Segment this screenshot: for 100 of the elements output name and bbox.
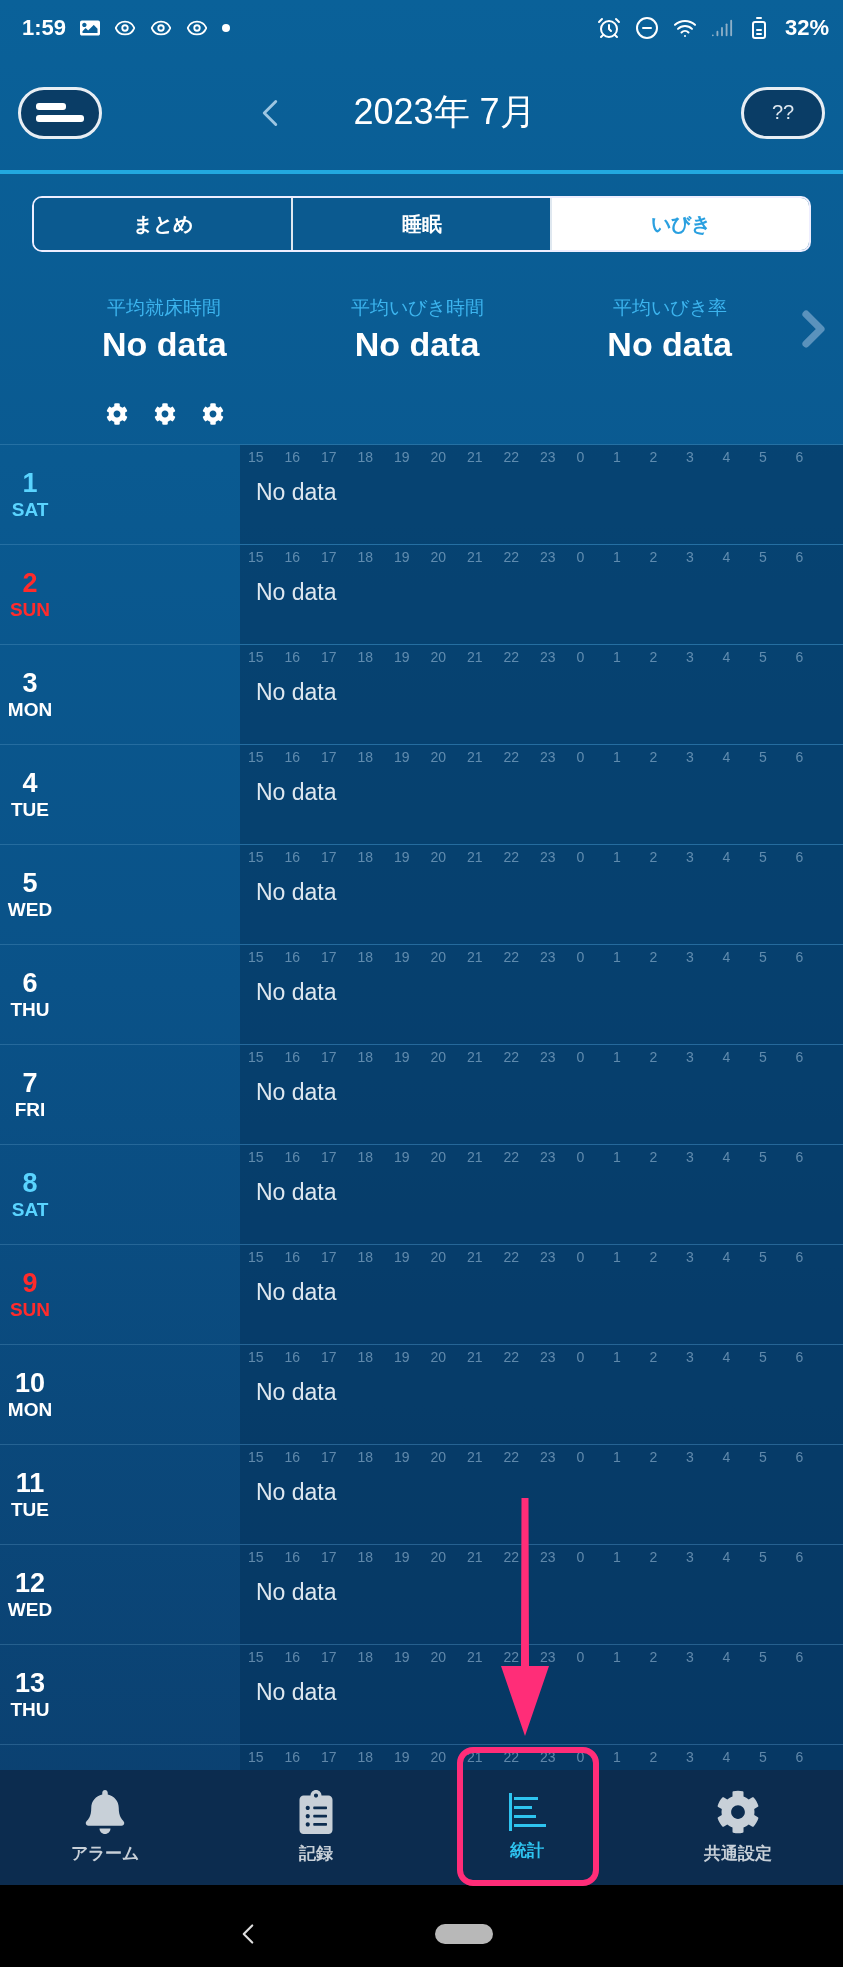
do-not-disturb-icon — [634, 15, 659, 40]
hour-label: 18 — [357, 1249, 375, 1265]
hour-label: 5 — [759, 1749, 768, 1765]
hour-label: 20 — [430, 849, 448, 865]
hour-label: 16 — [284, 1349, 302, 1365]
hour-label: 6 — [795, 649, 805, 665]
hour-label: 21 — [467, 1649, 484, 1665]
hour-label: 18 — [357, 849, 375, 865]
no-data-text: No data — [256, 579, 338, 606]
hour-label: 19 — [394, 1749, 411, 1765]
hour-label: 5 — [759, 1149, 768, 1165]
menu-button[interactable] — [18, 86, 102, 139]
hour-label: 16 — [284, 1449, 302, 1465]
hour-label: 22 — [503, 449, 521, 465]
hour-label: 16 — [284, 649, 302, 665]
hour-label: 3 — [686, 549, 695, 565]
tab[interactable]: まとめ — [34, 198, 293, 250]
hour-label: 0 — [576, 1449, 586, 1465]
tab[interactable]: 睡眠 — [293, 198, 552, 250]
hour-label: 18 — [357, 1449, 375, 1465]
weekday: MON — [7, 1399, 53, 1421]
hour-label: 3 — [686, 1049, 695, 1065]
hour-label: 19 — [394, 1449, 411, 1465]
hour-label: 6 — [795, 1649, 805, 1665]
weekday: SUN — [9, 599, 51, 621]
stat-value: No data — [102, 324, 227, 364]
weekday: TUE — [11, 1499, 49, 1521]
hour-label: 16 — [284, 1249, 302, 1265]
hour-label: 19 — [394, 1349, 411, 1365]
hour-label: 6 — [795, 749, 805, 765]
day-number: 6 — [22, 968, 38, 999]
hour-label: 1 — [613, 549, 622, 565]
hour-label: 2 — [649, 949, 659, 965]
hour-label: 0 — [576, 1049, 586, 1065]
nav-tab[interactable]: アラーム — [0, 1770, 211, 1885]
nav-tab[interactable]: 統計 — [421, 1770, 633, 1885]
chart-lines-icon — [506, 1793, 547, 1831]
no-data-text: No data — [256, 979, 338, 1006]
hour-label: 22 — [503, 1049, 521, 1065]
hour-label: 1 — [613, 1549, 622, 1565]
hour-label: 17 — [321, 1049, 338, 1065]
no-data-text: No data — [256, 1379, 338, 1406]
no-data-text: No data — [256, 1179, 338, 1206]
hour-label: 5 — [759, 749, 768, 765]
hour-label: 3 — [686, 649, 695, 665]
hour-label: 18 — [357, 749, 375, 765]
no-data-text: No data — [256, 1579, 338, 1606]
hour-label: 0 — [576, 1549, 586, 1565]
no-data-text: No data — [256, 1079, 338, 1106]
no-data-text: No data — [256, 1479, 338, 1506]
weekday: MON — [7, 699, 53, 721]
hour-label: 2 — [649, 1449, 659, 1465]
hour-label: 20 — [430, 649, 448, 665]
hour-label: 1 — [613, 849, 622, 865]
hour-label: 0 — [576, 1249, 586, 1265]
hour-label: 21 — [467, 449, 484, 465]
hour-label: 1 — [613, 1349, 622, 1365]
hour-label: 0 — [576, 649, 586, 665]
hour-label: 19 — [394, 1549, 411, 1565]
hour-label: 15 — [248, 1649, 265, 1665]
hour-label: 4 — [722, 1549, 732, 1565]
hour-label: 19 — [394, 1149, 411, 1165]
home-button[interactable] — [434, 1923, 493, 1944]
nav-tab[interactable]: 記録 — [210, 1770, 422, 1885]
hour-label: 5 — [759, 949, 768, 965]
hour-label: 21 — [467, 1449, 484, 1465]
stat-value: No data — [607, 324, 732, 364]
hour-label: 5 — [759, 1549, 768, 1565]
hour-label: 15 — [248, 849, 265, 865]
hour-label: 3 — [686, 1249, 695, 1265]
weekday: WED — [7, 899, 53, 921]
weekday: FRI — [14, 1099, 46, 1121]
hour-label: 5 — [759, 549, 768, 565]
hour-label: 4 — [722, 849, 732, 865]
hour-label: 21 — [467, 1149, 484, 1165]
hour-label: 0 — [576, 549, 586, 565]
hour-label: 20 — [430, 449, 448, 465]
hour-label: 2 — [649, 749, 659, 765]
hour-label: 4 — [722, 649, 732, 665]
hour-label: 20 — [430, 1349, 448, 1365]
hour-label: 4 — [722, 1749, 732, 1765]
day-number: 10 — [14, 1368, 45, 1399]
nav-tab[interactable]: 共通設定 — [632, 1770, 843, 1885]
hour-label: 0 — [576, 449, 586, 465]
hour-label: 5 — [759, 1349, 768, 1365]
hour-label: 15 — [248, 1149, 265, 1165]
hour-label: 6 — [795, 1349, 805, 1365]
hour-label: 17 — [321, 1549, 338, 1565]
hour-label: 6 — [795, 949, 805, 965]
hour-label: 21 — [467, 649, 484, 665]
hour-label: 19 — [394, 1649, 411, 1665]
hour-label: 3 — [686, 949, 695, 965]
hour-label: 23 — [540, 649, 557, 665]
hour-label: 6 — [795, 1449, 805, 1465]
hour-label: 19 — [394, 1249, 411, 1265]
hour-label: 5 — [759, 1249, 768, 1265]
hour-label: 17 — [321, 1249, 338, 1265]
hour-label: 22 — [503, 849, 521, 865]
help-button[interactable]: ?? — [741, 86, 825, 139]
hour-label: 23 — [540, 949, 557, 965]
